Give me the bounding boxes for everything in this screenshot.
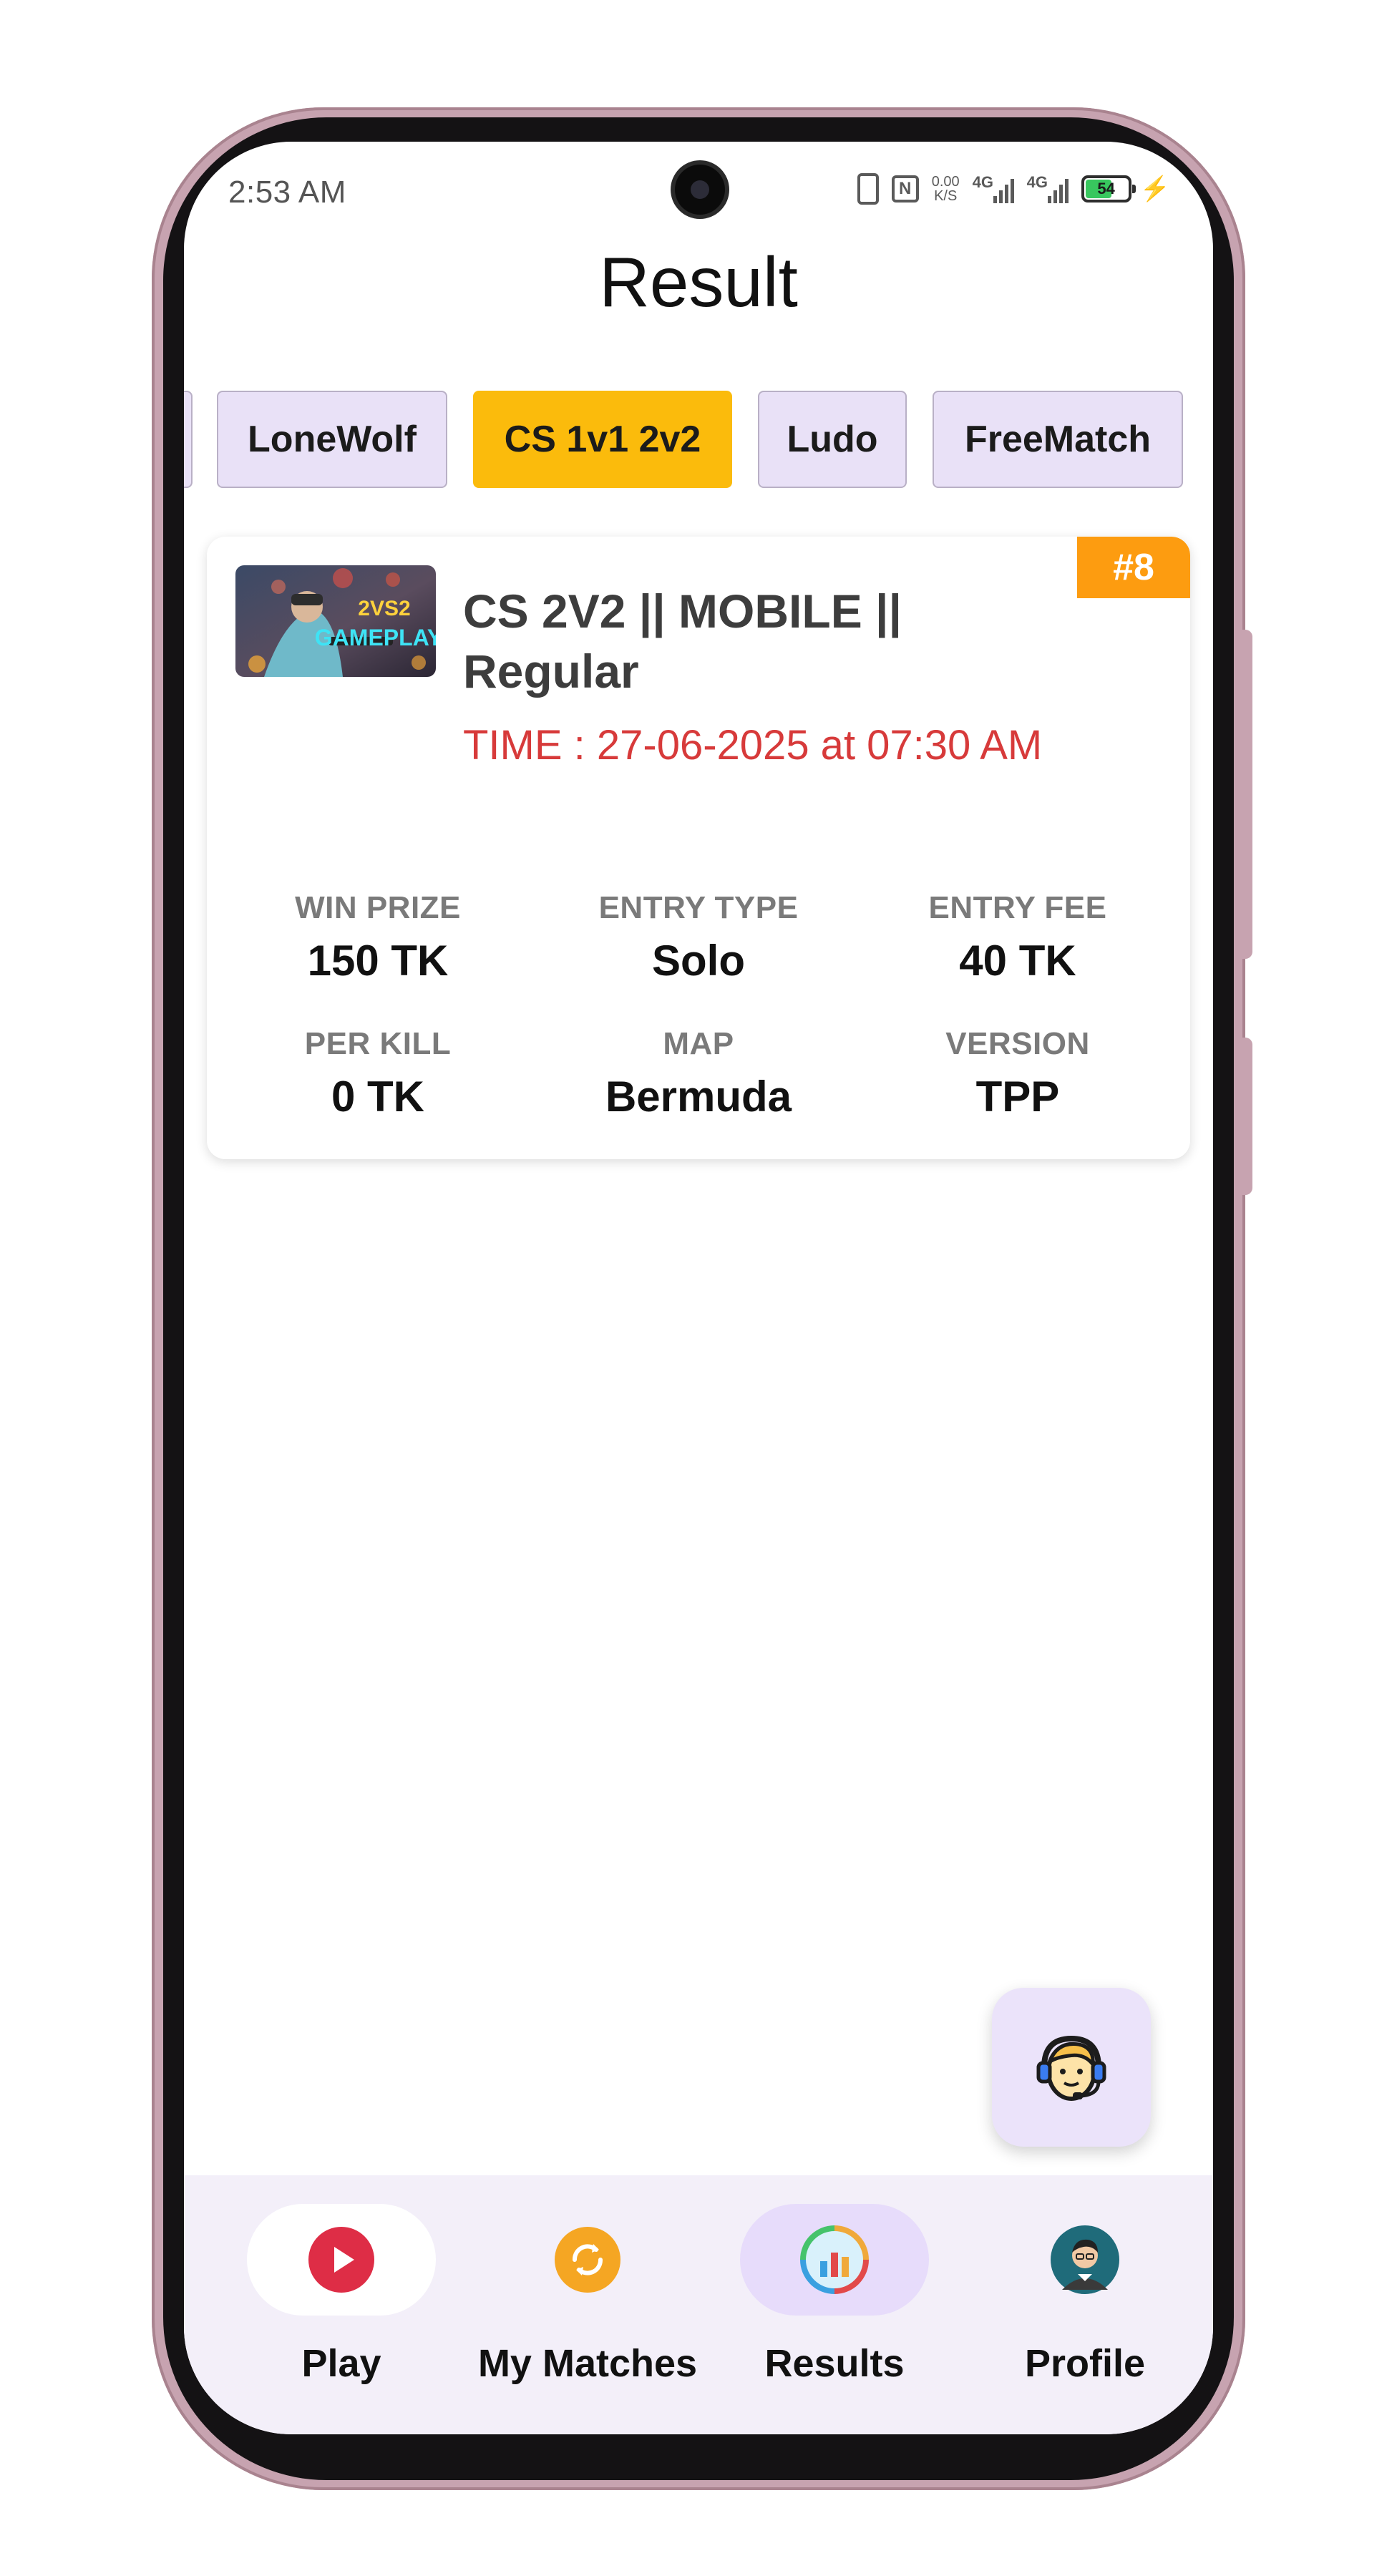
speed-unit: K/S (934, 188, 958, 204)
nav-my-matches[interactable]: My Matches (466, 2175, 709, 2434)
stat-win-prize: WIN PRIZE 150 TK (220, 890, 535, 985)
results-icon (800, 2225, 869, 2294)
network-type-2: 4G (1026, 173, 1048, 191)
stat-label: ENTRY FEE (928, 890, 1107, 925)
front-camera (675, 165, 725, 215)
tab-freematch[interactable]: FreeMatch (933, 391, 1183, 488)
nav-results[interactable]: Results (713, 2175, 956, 2434)
stat-value: Bermuda (605, 1073, 792, 1121)
nav-play-pill (247, 2204, 436, 2316)
battery-icon: 54 (1081, 175, 1136, 203)
category-tabs: LoneWolf CS 1v1 2v2 Ludo FreeMatch (184, 391, 1213, 491)
power-button (1242, 1038, 1252, 1195)
stat-label: VERSION (945, 1026, 1090, 1061)
nfc-icon: N (891, 175, 919, 203)
nav-play-label: Play (301, 2342, 381, 2385)
support-button[interactable] (992, 1988, 1151, 2147)
status-icons: N 0.00 K/S 4G 4G 54 ⚡ (857, 173, 1170, 205)
nav-my-matches-pill (493, 2204, 682, 2316)
network-speed: 0.00 K/S (932, 175, 960, 203)
tab-cs-1v1-2v2[interactable]: CS 1v1 2v2 (473, 391, 732, 488)
page-title: Result (599, 243, 798, 321)
speed-value: 0.00 (931, 174, 960, 190)
stat-map: MAP Bermuda (541, 1026, 856, 1121)
charging-icon: ⚡ (1139, 175, 1170, 203)
volume-button (1242, 630, 1252, 959)
nav-my-matches-label: My Matches (477, 2342, 698, 2385)
thumbnail-caption-1: 2VS2 (358, 597, 410, 620)
stat-value: TPP (975, 1073, 1060, 1121)
profile-avatar-icon (1051, 2225, 1119, 2294)
thumbnail-caption-2: GAMEPLAY (315, 625, 436, 650)
stat-value: 150 TK (307, 937, 449, 985)
match-time: TIME : 27-06-2025 at 07:30 AM (463, 722, 1043, 769)
nav-profile[interactable]: Profile (963, 2175, 1207, 2434)
tab-partial[interactable] (184, 391, 193, 488)
stat-label: ENTRY TYPE (598, 890, 799, 925)
vibrate-icon (857, 173, 879, 205)
stat-label: WIN PRIZE (295, 890, 461, 925)
refresh-icon (555, 2227, 620, 2293)
stat-value: 0 TK (331, 1073, 425, 1121)
nav-profile-pill (990, 2204, 1179, 2316)
stat-version: VERSION TPP (860, 1026, 1175, 1121)
nav-results-label: Results (764, 2342, 905, 2385)
signal-icon-1: 4G (973, 173, 1014, 205)
nav-results-pill (740, 2204, 929, 2316)
stat-entry-type: ENTRY TYPE Solo (541, 890, 856, 985)
network-type-1: 4G (972, 173, 994, 191)
match-card[interactable]: #8 2VS2 GAMEPLAY CS 2V2 || MOBILE || Reg… (207, 537, 1190, 1159)
status-time: 2:53 AM (228, 175, 346, 210)
stat-label: PER KILL (304, 1026, 452, 1061)
stat-value: Solo (652, 937, 745, 985)
tab-ludo[interactable]: Ludo (758, 391, 907, 488)
battery-level: 54 (1097, 180, 1115, 197)
match-thumbnail: 2VS2 GAMEPLAY (235, 565, 436, 677)
bottom-navigation: Play My Matches Results Profile (184, 2175, 1213, 2434)
tab-lonewolf[interactable]: LoneWolf (217, 391, 447, 488)
stat-label: MAP (663, 1026, 734, 1061)
play-icon (308, 2227, 374, 2293)
stat-per-kill: PER KILL 0 TK (220, 1026, 535, 1121)
signal-icon-2: 4G (1027, 173, 1069, 205)
nav-profile-label: Profile (1024, 2342, 1146, 2385)
nav-play[interactable]: Play (220, 2175, 463, 2434)
match-title: CS 2V2 || MOBILE || Regular (463, 585, 902, 698)
support-agent-icon (1036, 2035, 1106, 2101)
stat-entry-fee: ENTRY FEE 40 TK (860, 890, 1175, 985)
match-number-badge: #8 (1077, 537, 1190, 598)
app-screen: 2:53 AM N 0.00 K/S 4G 4G 54 ⚡ Result Lon… (184, 142, 1213, 2434)
stat-value: 40 TK (959, 937, 1076, 985)
